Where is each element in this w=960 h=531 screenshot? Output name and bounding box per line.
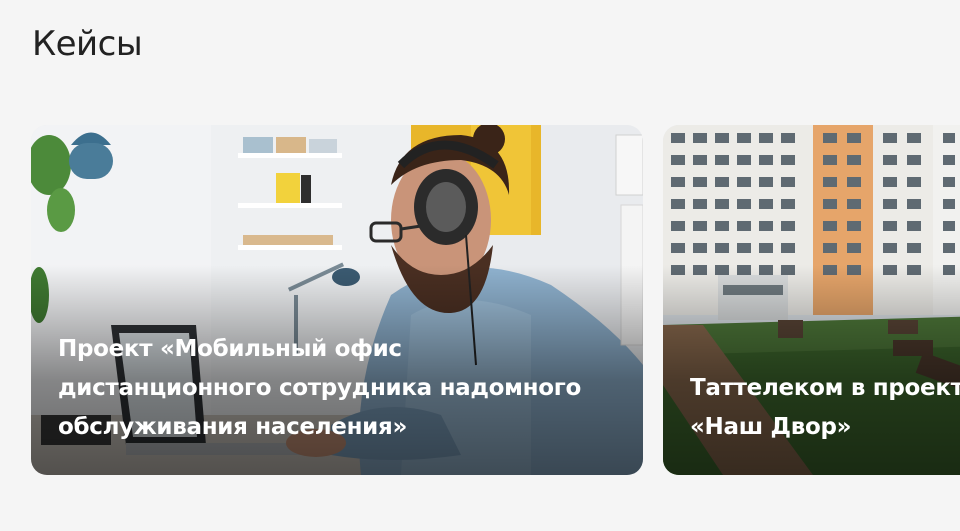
cases-section: Кейсы Проект «Мобильный офис дистанционн… bbox=[0, 0, 960, 531]
case-card-title: Таттелеком в проекте «Наш Двор» bbox=[690, 375, 960, 440]
case-card-title: Проект «Мобильный офис дистанционного со… bbox=[58, 336, 581, 440]
section-title: Кейсы bbox=[32, 24, 143, 64]
case-card-nash-dvor[interactable]: Таттелеком в проекте «Наш Двор» bbox=[663, 125, 960, 475]
case-card-mobile-office[interactable]: Проект «Мобильный офис дистанционного со… bbox=[31, 125, 643, 475]
